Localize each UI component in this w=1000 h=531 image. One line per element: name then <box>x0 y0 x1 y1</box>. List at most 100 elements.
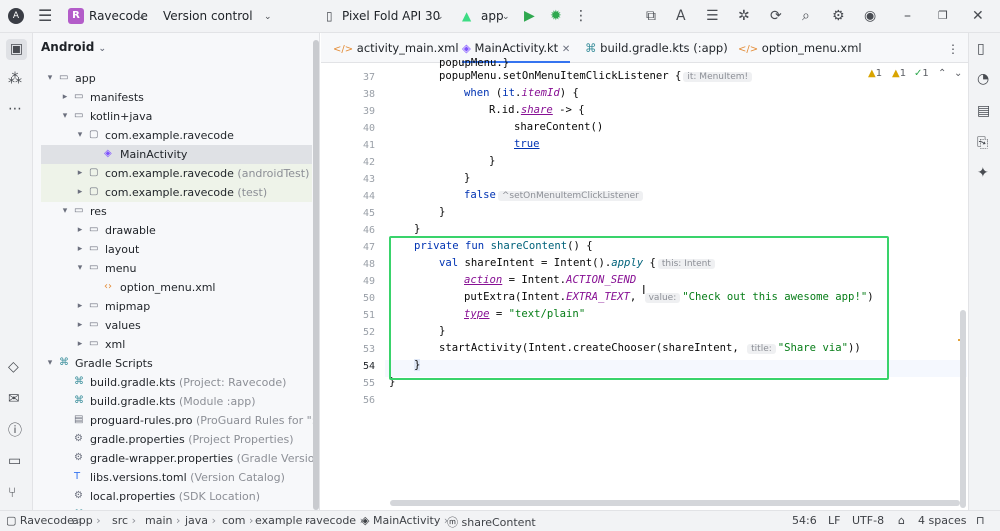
lock-icon[interactable]: ⊓ <box>976 514 985 527</box>
editor-horizontal-scrollbar[interactable] <box>390 500 960 506</box>
settings-icon[interactable]: ⚙ <box>832 8 845 24</box>
project-view-icon[interactable]: ▣ <box>6 39 27 60</box>
chevron-right-icon[interactable]: ▸ <box>75 316 85 335</box>
logcat-icon[interactable]: ☰ <box>706 8 719 24</box>
sparkle-icon[interactable]: ✦ <box>977 165 989 181</box>
app-quality-icon[interactable]: ✉ <box>8 391 20 407</box>
more-horizontal-icon[interactable]: ⋯ <box>8 101 22 117</box>
device-mirror-icon[interactable]: ▤ <box>977 103 990 119</box>
breadcrumb-item[interactable]: example › <box>255 514 310 527</box>
git-icon[interactable]: ⑂ <box>8 485 16 501</box>
tree-item[interactable]: ▾ ▭ res <box>41 202 312 221</box>
chevron-right-icon[interactable]: ▸ <box>75 297 85 316</box>
hamburger-menu-icon[interactable]: ☰ <box>38 8 52 24</box>
restore-icon[interactable]: ❐ <box>938 8 948 24</box>
tree-item[interactable]: ⚙ gradle-wrapper.properties (Gradle Versi… <box>41 449 319 468</box>
tree-item[interactable]: ‹› option_menu.xml <box>41 278 312 297</box>
chevron-right-icon[interactable]: ▸ <box>75 335 85 354</box>
tree-item[interactable]: ⚙ gradle.properties (Project Properties) <box>41 430 312 449</box>
tree-item[interactable]: ◈ MainActivity <box>41 145 312 164</box>
minimize-icon[interactable]: – <box>904 8 911 24</box>
inspection-warnings[interactable]: ▲1 <box>868 68 882 79</box>
tab-menu-icon[interactable]: ⋮ <box>947 41 959 57</box>
device-selector[interactable]: Pixel Fold API 30 <box>342 9 440 23</box>
tree-item[interactable]: ▾ ▭ menu <box>41 259 312 278</box>
chevron-right-icon[interactable]: ▸ <box>60 88 70 107</box>
terminal-icon[interactable]: ▭ <box>8 453 21 469</box>
project-badge[interactable]: R <box>68 8 84 24</box>
close-tab-icon[interactable]: ✕ <box>562 44 570 55</box>
tree-item[interactable]: ▸ ▭ manifests <box>41 88 312 107</box>
chevron-down-icon[interactable]: ▾ <box>60 107 70 126</box>
tree-item[interactable]: ▾ ▭ app <box>41 69 312 88</box>
project-scrollbar[interactable] <box>313 40 319 510</box>
tree-item[interactable]: ▾ ▢ com.example.ravecode <box>41 126 312 145</box>
gear-icon[interactable]: ✲ <box>738 8 750 24</box>
sync-icon[interactable]: ⟳ <box>770 8 782 24</box>
chevron-right-icon[interactable]: ▸ <box>75 240 85 259</box>
chevron-down-icon[interactable]: ▾ <box>75 126 85 145</box>
inspection-weak[interactable]: ▲1 <box>892 68 906 79</box>
breadcrumb-item[interactable]: src › <box>112 514 136 527</box>
chevron-down-icon[interactable]: ▾ <box>75 259 85 278</box>
debug-icon[interactable]: ✹ <box>550 8 562 24</box>
more-vert-icon[interactable]: ⋮ <box>574 8 588 24</box>
line-separator[interactable]: LF <box>828 514 840 527</box>
indent-setting[interactable]: 4 spaces <box>918 514 967 527</box>
tree-item[interactable]: ▸ ▭ xml <box>41 335 312 354</box>
chevron-down-icon[interactable]: ▾ <box>45 354 55 373</box>
readonly-toggle-icon[interactable]: ⌂ <box>898 514 905 527</box>
tree-item[interactable]: ▾ ▭ kotlin+java <box>41 107 312 126</box>
tree-item[interactable]: Tlibs.versions.toml (Version Catalog) <box>41 468 312 487</box>
breadcrumb-item[interactable]: ⓜ shareContent <box>447 514 536 530</box>
project-view-selector[interactable]: Android ⌄ <box>41 40 106 54</box>
chevron-up-icon[interactable]: ⌃ <box>938 68 946 79</box>
device-manager-icon[interactable]: ⧉ <box>646 8 656 24</box>
tab-build-gradle[interactable]: ⌘ build.gradle.kts (:app) <box>585 33 728 63</box>
close-icon[interactable]: ✕ <box>972 8 984 24</box>
tree-item[interactable]: ⚙ local.properties (SDK Location) <box>41 487 312 506</box>
tree-item[interactable]: ▸ ▭ layout <box>41 240 312 259</box>
vcs-menu[interactable]: Version control <box>163 9 253 23</box>
caret-position[interactable]: 54:6 <box>792 514 817 527</box>
tree-item[interactable]: ▸ ▢ com.example.ravecode (androidTest) <box>41 164 312 183</box>
tree-item[interactable]: ▸ ▭ values <box>41 316 312 335</box>
tree-item[interactable]: ▸ ▢ com.example.ravecode (test) <box>41 183 312 202</box>
chevron-right-icon[interactable]: ▸ <box>75 183 85 202</box>
run-icon[interactable]: ▶ <box>524 8 535 24</box>
tree-item[interactable]: ⌘ build.gradle.kts (Module :app) <box>41 392 312 411</box>
file-encoding[interactable]: UTF-8 <box>852 514 884 527</box>
breadcrumb-item[interactable]: java › <box>185 514 216 527</box>
tree-item[interactable]: ▾ ⌘ Gradle Scripts <box>41 354 312 373</box>
chevron-down-icon[interactable]: ⌄ <box>954 68 962 79</box>
tab-option-menu[interactable]: </> option_menu.xml <box>738 33 862 63</box>
android-studio-icon[interactable]: A <box>8 8 24 24</box>
breadcrumb-item[interactable]: main › <box>145 514 180 527</box>
notifications-icon[interactable]: ▯ <box>977 41 985 57</box>
resource-manager-icon[interactable]: ⁂ <box>8 71 22 87</box>
breadcrumb-item[interactable]: ravecode › <box>305 514 364 527</box>
problems-icon[interactable]: ⓘ <box>8 423 22 439</box>
search-icon[interactable]: ⌕ <box>802 8 810 24</box>
running-devices-icon[interactable]: ⎘ <box>977 135 988 151</box>
chevron-down-icon[interactable]: ▾ <box>60 202 70 221</box>
translate-icon[interactable]: A <box>676 8 686 24</box>
breadcrumb-item[interactable]: app › <box>72 514 101 527</box>
chevron-right-icon[interactable]: ▸ <box>75 164 85 183</box>
gemini-icon[interactable]: ◔ <box>977 71 989 87</box>
build-variants-icon[interactable]: ◇ <box>8 359 19 375</box>
tree-item[interactable]: ⌘ build.gradle.kts (Project: Ravecode) <box>41 373 312 392</box>
chevron-down-icon[interactable]: ▾ <box>45 69 55 88</box>
breadcrumb-item[interactable]: ◈ MainActivity › <box>361 514 448 527</box>
breadcrumb-item[interactable]: com › <box>222 514 253 527</box>
account-icon[interactable]: ◉ <box>864 8 876 24</box>
tree-item[interactable]: ▸ ▭ mipmap <box>41 297 312 316</box>
inspection-ok[interactable]: ✓1 <box>914 68 929 79</box>
tree-item[interactable]: ▤ proguard-rules.pro (ProGuard Rules for … <box>41 411 319 430</box>
breadcrumb-item[interactable]: ▢ Ravecode › <box>6 514 82 527</box>
tree-item[interactable]: ▸ ▭ drawable <box>41 221 312 240</box>
editor-vertical-scrollbar[interactable] <box>960 310 966 508</box>
chevron-down-icon: ⌄ <box>264 12 272 22</box>
run-config[interactable]: app <box>481 9 504 23</box>
chevron-right-icon[interactable]: ▸ <box>75 221 85 240</box>
